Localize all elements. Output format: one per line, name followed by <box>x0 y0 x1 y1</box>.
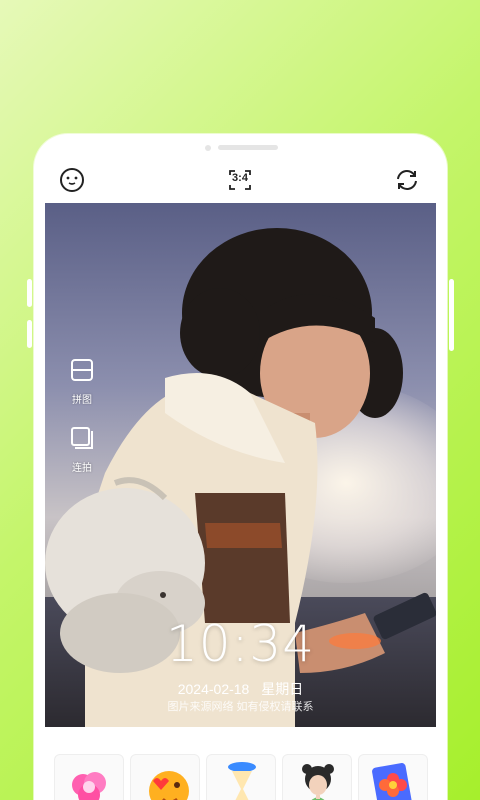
aspect-ratio-label: 3:4 <box>232 172 248 184</box>
power-button <box>449 279 454 351</box>
collage-icon <box>71 359 93 381</box>
camera-toolbar: 3:4 <box>34 160 447 200</box>
sticker-item[interactable] <box>54 754 124 800</box>
flower-card-sticker-icon <box>372 763 412 800</box>
date-text: 2024-02-18 <box>177 681 250 697</box>
hourglass-sticker-icon <box>228 762 256 800</box>
sticker-item[interactable] <box>358 754 428 800</box>
heart-eyes-emoji-sticker-icon <box>149 771 189 800</box>
face-icon[interactable] <box>52 160 92 200</box>
pink-flower-sticker-icon <box>72 772 106 800</box>
speaker-bar <box>218 145 278 150</box>
volume-up-button <box>27 279 32 307</box>
clock-date: 2024-02-18 星期日 <box>45 679 436 699</box>
collage-label: 拼图 <box>72 395 92 406</box>
switch-camera-icon[interactable] <box>387 160 427 200</box>
image-credit: 图片来源网络 如有侵权请联系 <box>167 701 314 713</box>
camera-dot <box>205 145 211 151</box>
volume-down-button <box>27 320 32 348</box>
burst-icon <box>71 427 93 449</box>
weekday-text: 星期日 <box>261 681 304 697</box>
sticker-item[interactable] <box>206 754 276 800</box>
sticker-item[interactable] <box>282 754 352 800</box>
sticker-item[interactable] <box>130 754 200 800</box>
burst-tool[interactable]: 连拍 <box>67 425 97 474</box>
aspect-ratio-button[interactable]: 3:4 <box>220 160 260 200</box>
girl-avatar-sticker-icon <box>302 764 334 800</box>
burst-label: 连拍 <box>72 463 92 474</box>
collage-tool[interactable]: 拼图 <box>67 357 97 406</box>
phone-frame: 3:4 拼图 连拍 10:34 2024-02-18 星期日 图片来源网络 如有… <box>27 134 454 800</box>
camera-preview[interactable]: 拼图 连拍 10:34 2024-02-18 星期日 图片来源网络 如有侵权请联… <box>45 203 436 727</box>
sticker-strip <box>54 754 428 800</box>
clock-time: 10:34 <box>165 615 316 673</box>
